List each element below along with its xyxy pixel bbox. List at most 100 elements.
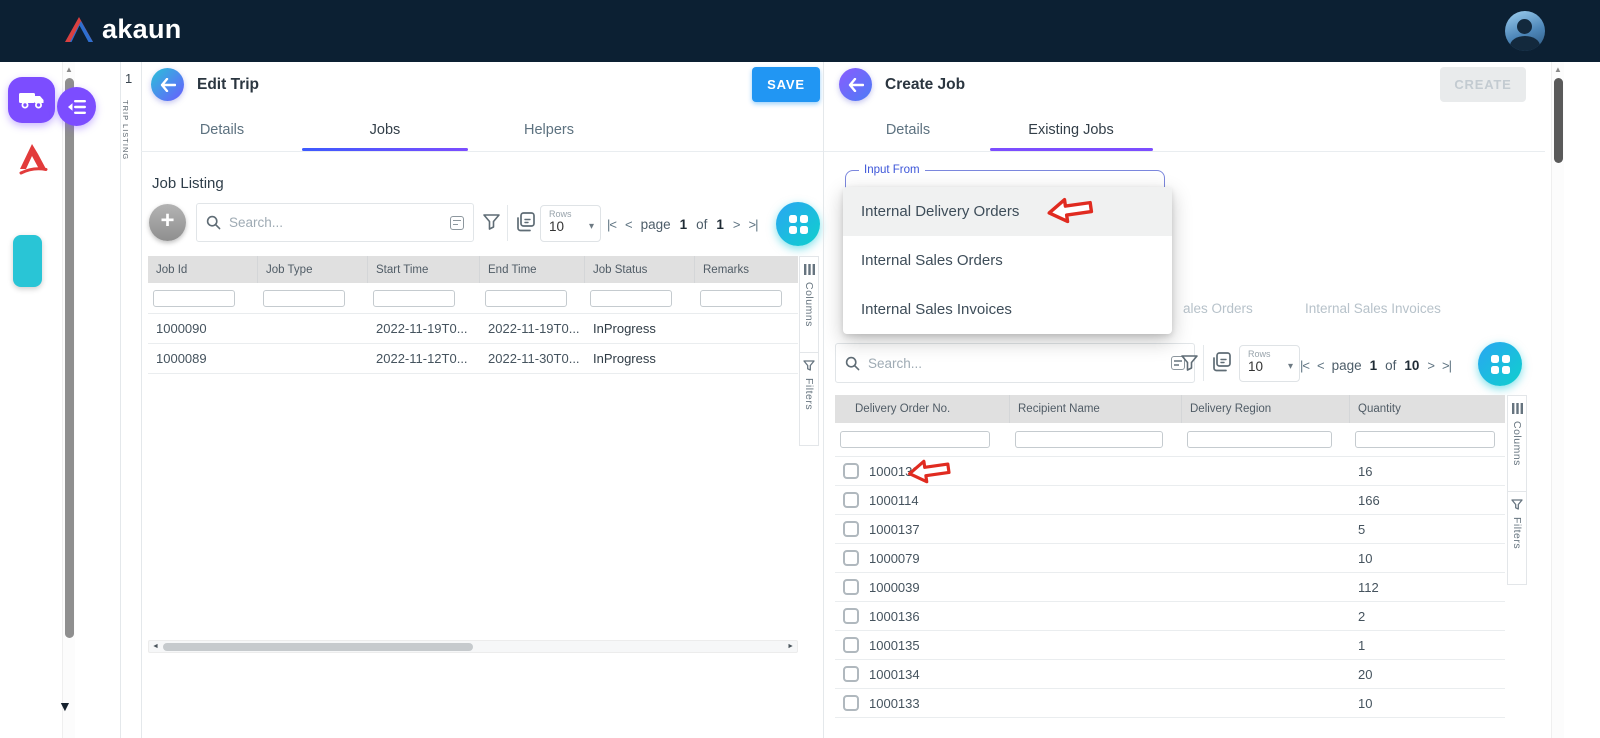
columns-button[interactable]: Columns [800, 257, 818, 353]
filter-job-status-input[interactable] [590, 290, 672, 307]
grid-icon [789, 215, 808, 234]
filters-label: Filters [1511, 517, 1523, 549]
filter-recipient-name-input[interactable] [1015, 431, 1163, 448]
left-scroll-up-icon[interactable]: ▲ [65, 65, 73, 74]
filter-delivery-order-no-input[interactable] [840, 431, 990, 448]
filter-quantity-input[interactable] [1355, 431, 1495, 448]
input-from-label: Input From [859, 164, 925, 176]
tab-jobs[interactable]: Jobs [345, 119, 425, 141]
col-header-recipient-name: Recipient Name [1010, 395, 1182, 423]
first-page-button[interactable]: |< [607, 217, 616, 232]
hscroll-left-icon[interactable]: ◄ [152, 643, 159, 650]
create-button[interactable]: CREATE [1440, 67, 1526, 102]
job-table-hscroll-track[interactable]: ◄ ► [148, 640, 798, 653]
pages-icon[interactable] [515, 211, 537, 233]
delivery-region-cell [1182, 515, 1350, 543]
create-job-back-button[interactable] [839, 68, 872, 101]
job-row[interactable]: 1000089 2022-11-12T0... 2022-11-30T0... … [148, 344, 798, 374]
tab-details-right[interactable]: Details [863, 119, 953, 141]
layout-grid-button-right[interactable] [1478, 342, 1522, 386]
delivery-order-row[interactable]: 1000134 20 [835, 660, 1505, 689]
pages-icon-right[interactable] [1211, 351, 1233, 373]
rows-per-page-select[interactable]: Rows 10▾ [540, 205, 601, 242]
left-scroll-down-icon[interactable]: ▼ [58, 698, 72, 714]
tab-details[interactable]: Details [177, 119, 267, 141]
row-checkbox[interactable] [843, 608, 859, 624]
collapsed-panel-handle[interactable] [13, 235, 42, 287]
row-checkbox[interactable] [843, 666, 859, 682]
rows-per-page-select-right[interactable]: Rows 10▾ [1239, 345, 1300, 382]
filter-delivery-region-input[interactable] [1187, 431, 1332, 448]
background-tab-sales-orders[interactable]: ales Orders [1183, 301, 1253, 316]
filters-button[interactable]: Filters [1508, 492, 1526, 584]
hscroll-thumb[interactable] [163, 643, 473, 651]
filter-icon[interactable] [482, 212, 501, 231]
left-scrollbar-thumb[interactable] [65, 78, 74, 638]
tab-existing-jobs[interactable]: Existing Jobs [1001, 119, 1141, 141]
prev-page-button[interactable]: < [1317, 358, 1324, 373]
search-options-icon[interactable] [450, 216, 464, 230]
delivery-order-row[interactable]: 1000133 10 [835, 689, 1505, 718]
menu-toggle-button[interactable] [57, 87, 96, 126]
delivery-order-no: 1000114 [869, 493, 919, 508]
row-checkbox[interactable] [843, 492, 859, 508]
menu-option-internal-delivery-orders[interactable]: Internal Delivery Orders [843, 187, 1172, 236]
filters-button[interactable]: Filters [800, 353, 818, 445]
layout-grid-button[interactable] [776, 202, 820, 246]
delivery-order-row[interactable]: 1000114 166 [835, 486, 1505, 515]
window-scroll-up-icon[interactable]: ▲ [1554, 65, 1562, 74]
user-avatar[interactable] [1505, 11, 1545, 51]
save-button[interactable]: SAVE [752, 67, 820, 102]
external-app-shortcut[interactable] [16, 140, 50, 178]
menu-expand-icon [67, 99, 87, 115]
menu-option-internal-sales-orders[interactable]: Internal Sales Orders [843, 236, 1172, 285]
edit-trip-back-button[interactable] [151, 68, 184, 101]
tab-helpers[interactable]: Helpers [504, 119, 594, 141]
menu-option-internal-sales-invoices[interactable]: Internal Sales Invoices [843, 285, 1172, 334]
filter-start-time-input[interactable] [373, 290, 455, 307]
add-job-button[interactable]: + [149, 204, 186, 241]
first-page-button[interactable]: |< [1300, 358, 1309, 373]
back-arrow-icon [160, 78, 176, 92]
last-page-button[interactable]: >| [1442, 358, 1451, 373]
col-header-end-time: End Time [480, 256, 585, 283]
trip-listing-index: 1 [125, 71, 132, 86]
delivery-order-row[interactable]: 1000136 2 [835, 602, 1505, 631]
last-page-button[interactable]: >| [749, 217, 758, 232]
start-time-cell: 2022-11-12T0... [368, 344, 480, 373]
filter-end-time-input[interactable] [485, 290, 567, 307]
trip-bubble-button[interactable] [8, 77, 55, 123]
filter-job-id-input[interactable] [153, 290, 235, 307]
columns-button[interactable]: Columns [1508, 396, 1526, 492]
akaun-logo[interactable]: akaun [64, 14, 182, 45]
hscroll-right-icon[interactable]: ► [787, 643, 794, 650]
delivery-order-row[interactable]: 1000039 112 [835, 573, 1505, 602]
filter-remarks-input[interactable] [700, 290, 782, 307]
window-scrollbar-thumb[interactable] [1554, 78, 1563, 163]
prev-page-button[interactable]: < [625, 217, 632, 232]
next-page-button[interactable]: > [1427, 358, 1434, 373]
delivery-order-row[interactable]: 1000137 5 [835, 515, 1505, 544]
left-scrollbar-track[interactable]: ▲ [62, 62, 75, 738]
edit-trip-title: Edit Trip [197, 76, 259, 94]
filter-job-type-input[interactable] [263, 290, 345, 307]
filter-icon-right[interactable] [1180, 353, 1199, 372]
tabs-divider-right [824, 151, 1545, 152]
window-scrollbar-track[interactable]: ▲ [1551, 62, 1564, 738]
next-page-button[interactable]: > [733, 217, 740, 232]
row-checkbox[interactable] [843, 463, 859, 479]
delivery-order-search-input[interactable] [868, 356, 1163, 371]
rows-value: 10 [1248, 359, 1263, 374]
row-checkbox[interactable] [843, 550, 859, 566]
job-search-input[interactable] [229, 215, 442, 230]
row-checkbox[interactable] [843, 579, 859, 595]
background-tab-sales-invoices[interactable]: Internal Sales Invoices [1305, 301, 1441, 316]
row-checkbox[interactable] [843, 695, 859, 711]
row-checkbox[interactable] [843, 521, 859, 537]
row-checkbox[interactable] [843, 637, 859, 653]
delivery-order-row[interactable]: 1000135 1 [835, 631, 1505, 660]
delivery-order-table-side-controls: Columns Filters [1507, 395, 1527, 585]
delivery-order-row[interactable]: 1000138 16 [835, 457, 1505, 486]
delivery-order-row[interactable]: 1000079 10 [835, 544, 1505, 573]
job-row[interactable]: 1000090 2022-11-19T0... 2022-11-19T0... … [148, 314, 798, 344]
